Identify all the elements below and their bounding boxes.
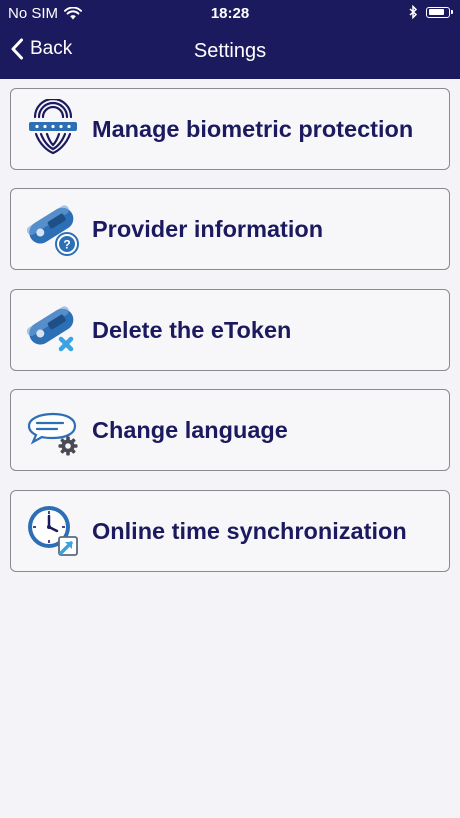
top-bar: No SIM 18:28 Back Settings [0,0,460,79]
nav-bar: Back Settings [0,28,460,79]
fingerprint-icon [29,99,77,155]
item-label: Online time synchronization [92,517,407,544]
token-delete-icon [26,306,74,352]
provider-information-button[interactable]: ? Provider information [10,188,450,270]
online-time-sync-button[interactable]: Online time synchronization [10,490,450,572]
item-label: Change language [92,416,288,443]
clock-sync-icon [28,506,78,556]
status-time: 18:28 [210,5,250,22]
item-label: Manage biometric protection [92,115,414,142]
item-label: Delete the eToken [92,316,292,343]
battery-icon [426,6,453,18]
svg-text:?: ? [63,238,70,252]
speech-gear-icon [27,412,78,456]
status-bar: No SIM 18:28 [0,0,460,28]
token-info-icon: ? [26,205,79,256]
bluetooth-icon [409,5,418,19]
change-language-button[interactable]: Change language [10,389,450,471]
manage-biometric-button[interactable]: Manage biometric protection [10,88,450,170]
status-right [409,5,453,19]
item-label: Provider information [92,215,324,242]
page-title: Settings [193,40,267,62]
delete-etoken-button[interactable]: Delete the eToken [10,289,450,371]
